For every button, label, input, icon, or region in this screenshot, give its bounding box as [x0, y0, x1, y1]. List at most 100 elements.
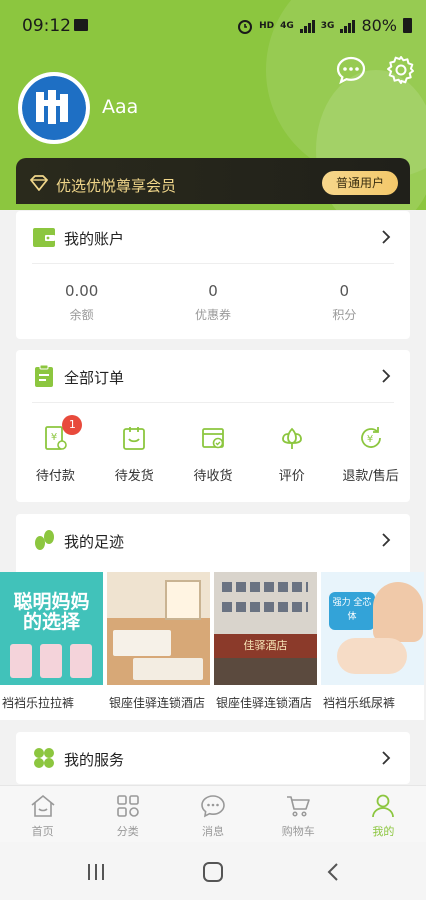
tab-label: 购物车: [281, 825, 315, 838]
account-stats: 0.00 余额 0 优惠券 0 积分: [16, 264, 410, 340]
order-label: 退款/售后: [342, 469, 399, 484]
footprint-label: 银座佳驿连锁酒店: [216, 696, 313, 710]
order-to-ship[interactable]: 待发货: [95, 403, 174, 503]
tab-label: 首页: [31, 825, 54, 838]
hd-indicator: HD: [259, 20, 275, 31]
tab-messages[interactable]: 消息: [170, 786, 255, 842]
clover-icon: [34, 748, 54, 768]
pending-count-badge: 1: [62, 415, 83, 435]
profile-icon: [372, 794, 395, 818]
diamond-icon: [30, 175, 48, 191]
image-notification-icon: [74, 19, 88, 31]
footprint-header[interactable]: 我的足迹: [16, 514, 410, 566]
vip-title: 优选优悦尊享会员: [56, 177, 177, 195]
bottom-tab-bar: 首页 分类 消息 购物车 我的: [0, 785, 426, 842]
battery-icon: [403, 18, 412, 33]
service-title: 我的服务: [64, 751, 125, 769]
orders-header[interactable]: 全部订单: [16, 350, 410, 402]
back-icon[interactable]: [322, 860, 346, 884]
points-label: 积分: [332, 308, 357, 322]
footprint-item[interactable]: 佳驿酒店 银座佳驿连锁酒店: [214, 572, 317, 720]
member-level-badge[interactable]: 普通用户: [322, 171, 398, 195]
chevron-right-icon: [382, 369, 391, 383]
to-receive-icon: [202, 428, 224, 449]
footprint-label: 裆裆乐纸尿裤: [323, 696, 396, 710]
tab-label: 分类: [116, 825, 139, 838]
clipboard-icon: [35, 364, 53, 387]
cart-icon: [287, 796, 311, 817]
signal-icon: [299, 19, 315, 33]
footprint-list: 聪明妈妈的选择 裆裆乐拉拉裤 银座佳驿连锁酒店 佳驿酒店 银座佳驿连锁酒店 强力…: [0, 572, 426, 720]
order-pending-payment[interactable]: ¥ 1 待付款: [16, 403, 95, 503]
recent-apps-icon[interactable]: [84, 860, 108, 884]
hotel-sign-text: 佳驿酒店: [214, 634, 317, 658]
tab-category[interactable]: 分类: [85, 786, 170, 842]
tab-cart[interactable]: 购物车: [256, 786, 341, 842]
order-label: 评价: [278, 469, 305, 484]
coupon-value: 0: [208, 282, 218, 300]
status-bar: 09:12 HD 4G 3G 80%: [0, 0, 426, 52]
gear-icon[interactable]: [385, 54, 417, 86]
status-time: 09:12: [22, 16, 71, 36]
username[interactable]: Aaa: [102, 96, 138, 118]
account-header[interactable]: 我的账户: [16, 211, 410, 263]
network-4g: 4G: [280, 20, 294, 31]
footprint-label: 裆裆乐拉拉裤: [2, 696, 75, 710]
footprint-item[interactable]: 银座佳驿连锁酒店: [107, 572, 210, 720]
balance-label: 余额: [69, 308, 94, 322]
chevron-right-icon: [382, 230, 391, 244]
category-icon: [116, 795, 139, 817]
message-icon: [201, 795, 225, 818]
footprint-title: 我的足迹: [64, 533, 125, 551]
footprint-label: 银座佳驿连锁酒店: [109, 696, 206, 710]
hotel-facade-image: 佳驿酒店: [214, 572, 317, 685]
footprint-item[interactable]: 强力 全芯体 裆裆乐纸尿裤: [321, 572, 424, 720]
hotel-room-image: [107, 572, 210, 685]
chevron-right-icon: [382, 751, 391, 765]
order-label: 待收货: [193, 469, 233, 484]
svg-text:¥: ¥: [366, 434, 372, 445]
to-ship-icon: [123, 427, 146, 450]
order-to-receive[interactable]: 待收货: [174, 403, 253, 503]
tab-profile[interactable]: 我的: [341, 786, 426, 842]
footprint-icon: [35, 530, 54, 550]
service-header[interactable]: 我的服务: [16, 732, 410, 784]
order-refund[interactable]: ¥ 退款/售后: [331, 403, 410, 503]
tab-home[interactable]: 首页: [0, 786, 85, 842]
network-3g: 3G: [320, 20, 335, 31]
review-flower-icon: [281, 427, 302, 449]
coupon-stat[interactable]: 0 优惠券: [147, 264, 278, 340]
home-icon: [31, 794, 55, 817]
vip-banner[interactable]: 优选优悦尊享会员 普通用户: [16, 158, 410, 204]
battery-percent: 80%: [361, 16, 397, 35]
footprint-item[interactable]: 聪明妈妈的选择 裆裆乐拉拉裤: [0, 572, 103, 720]
balance-value: 0.00: [64, 282, 99, 300]
status-right: HD 4G 3G 80%: [237, 16, 412, 35]
balance-stat[interactable]: 0.00 余额: [16, 264, 147, 340]
tab-label: 消息: [202, 825, 224, 838]
product-image: 强力 全芯体: [321, 572, 424, 685]
orders-card: 全部订单 ¥ 1 待付款 待发货 待收货 评价 ¥ 退款/售后: [16, 350, 410, 502]
refund-icon: ¥: [360, 427, 381, 448]
svg-text:¥: ¥: [51, 432, 57, 443]
order-label: 待付款: [35, 469, 75, 484]
service-card: 我的服务: [16, 732, 410, 784]
home-button-icon[interactable]: [201, 860, 225, 884]
product-image-text: 聪明妈妈的选择: [13, 591, 90, 633]
account-title: 我的账户: [64, 230, 125, 248]
account-card: 我的账户 0.00 余额 0 优惠券 0 积分: [16, 211, 410, 339]
chat-bubble-icon[interactable]: [335, 54, 367, 86]
product-image: 聪明妈妈的选择: [0, 572, 103, 685]
coupon-label: 优惠券: [194, 308, 231, 322]
system-nav-bar: [0, 842, 426, 900]
avatar-image: [22, 76, 86, 140]
order-review[interactable]: 评价: [252, 403, 331, 503]
alarm-icon: [238, 19, 253, 34]
avatar[interactable]: [18, 72, 90, 144]
chevron-right-icon: [382, 533, 391, 547]
product-image-text: 强力 全芯体: [329, 592, 375, 630]
order-label: 待发货: [114, 469, 154, 484]
points-stat[interactable]: 0 积分: [279, 264, 410, 340]
tab-label: 我的: [372, 825, 395, 838]
wallet-icon: [33, 228, 55, 247]
